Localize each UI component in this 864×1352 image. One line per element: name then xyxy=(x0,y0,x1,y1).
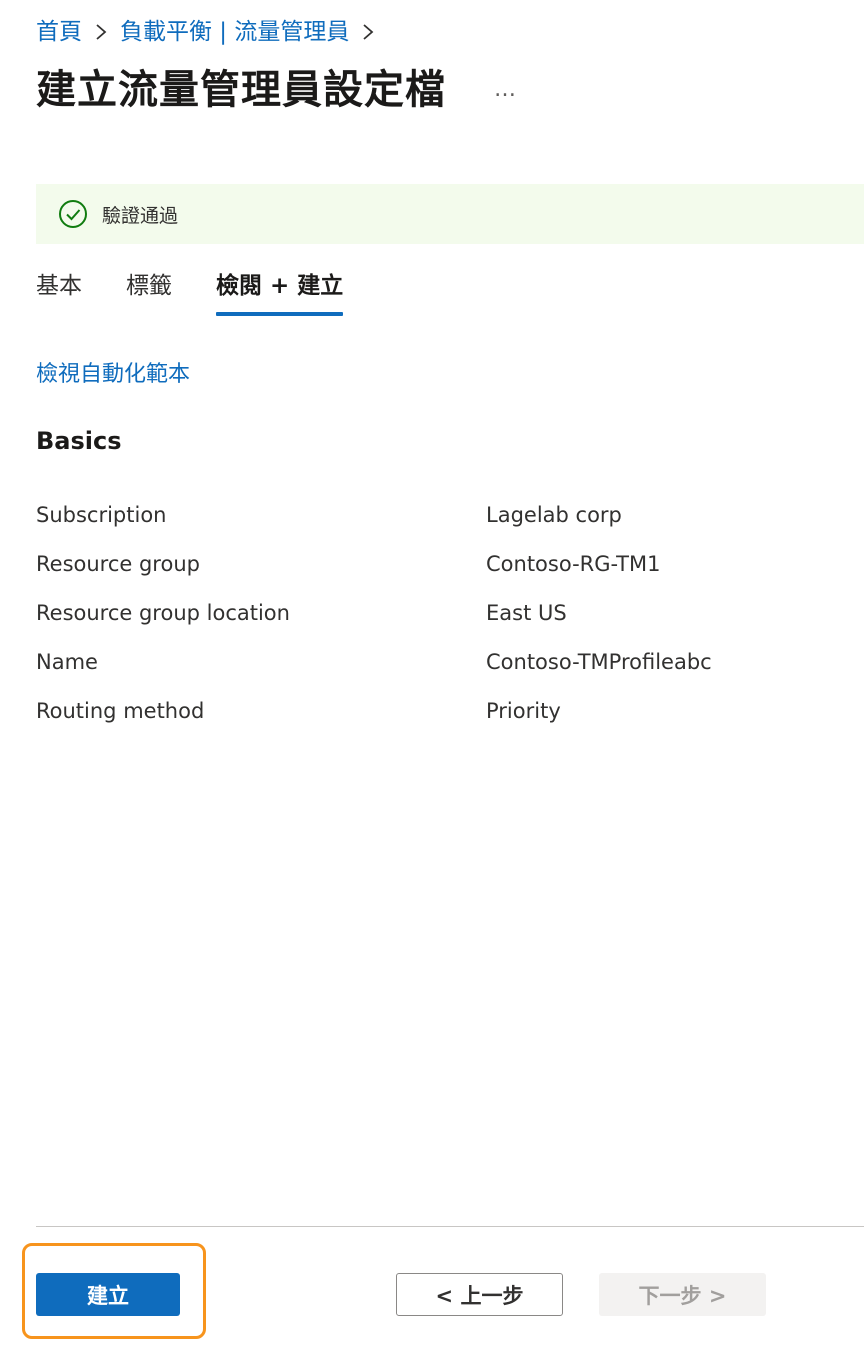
section-heading-basics: Basics xyxy=(36,427,122,455)
summary-value: Lagelab corp xyxy=(486,502,622,527)
tab-tags[interactable]: 標籤 xyxy=(126,268,172,318)
summary-label: Resource group xyxy=(36,551,200,576)
summary-value: Contoso-RG-TM1 xyxy=(486,551,661,576)
breadcrumb-home-link[interactable]: 首頁 xyxy=(36,16,82,48)
breadcrumb: 首頁 負載平衡 | 流量管理員 xyxy=(36,16,375,48)
summary-label: Resource group location xyxy=(36,600,290,625)
view-automation-template-link[interactable]: 檢視自動化範本 xyxy=(36,358,190,392)
next-button[interactable]: 下一步 > xyxy=(599,1273,766,1316)
summary-value: Contoso-TMProfileabc xyxy=(486,649,712,674)
summary-row: Name Contoso-TMProfileabc xyxy=(36,637,836,686)
create-button[interactable]: 建立 xyxy=(36,1273,180,1316)
title-row: 建立流量管理員設定檔 … xyxy=(36,60,522,120)
page-title: 建立流量管理員設定檔 xyxy=(36,67,446,113)
tab-list: 基本 標籤 檢閱 + 建立 xyxy=(36,268,387,320)
previous-button[interactable]: < 上一步 xyxy=(396,1273,563,1316)
breadcrumb-load-balancing-link[interactable]: 負載平衡 | 流量管理員 xyxy=(120,16,349,48)
page: 首頁 負載平衡 | 流量管理員 建立流量管理員設定檔 … 驗證通過 基本 標籤 … xyxy=(0,0,864,1352)
footer-divider xyxy=(36,1226,864,1227)
summary-row: Routing method Priority xyxy=(36,686,836,735)
validation-message: 驗證通過 xyxy=(102,204,179,227)
summary-label: Name xyxy=(36,649,98,674)
summary-row: Subscription Lagelab corp xyxy=(36,490,836,539)
summary-row: Resource group location East US xyxy=(36,588,836,637)
summary-label: Subscription xyxy=(36,502,167,527)
chevron-right-icon xyxy=(94,21,108,43)
summary-label: Routing method xyxy=(36,698,205,723)
summary-value: East US xyxy=(486,600,567,625)
summary-value: Priority xyxy=(486,698,561,723)
more-options-button[interactable]: … xyxy=(490,60,522,120)
tab-basics[interactable]: 基本 xyxy=(36,268,82,318)
validation-banner: 驗證通過 xyxy=(36,184,864,244)
tab-review-create[interactable]: 檢閱 + 建立 xyxy=(216,268,344,318)
summary-row: Resource group Contoso-RG-TM1 xyxy=(36,539,836,588)
chevron-right-icon xyxy=(361,21,375,43)
summary-table: Subscription Lagelab corp Resource group… xyxy=(36,490,836,735)
check-circle-icon xyxy=(58,199,88,229)
